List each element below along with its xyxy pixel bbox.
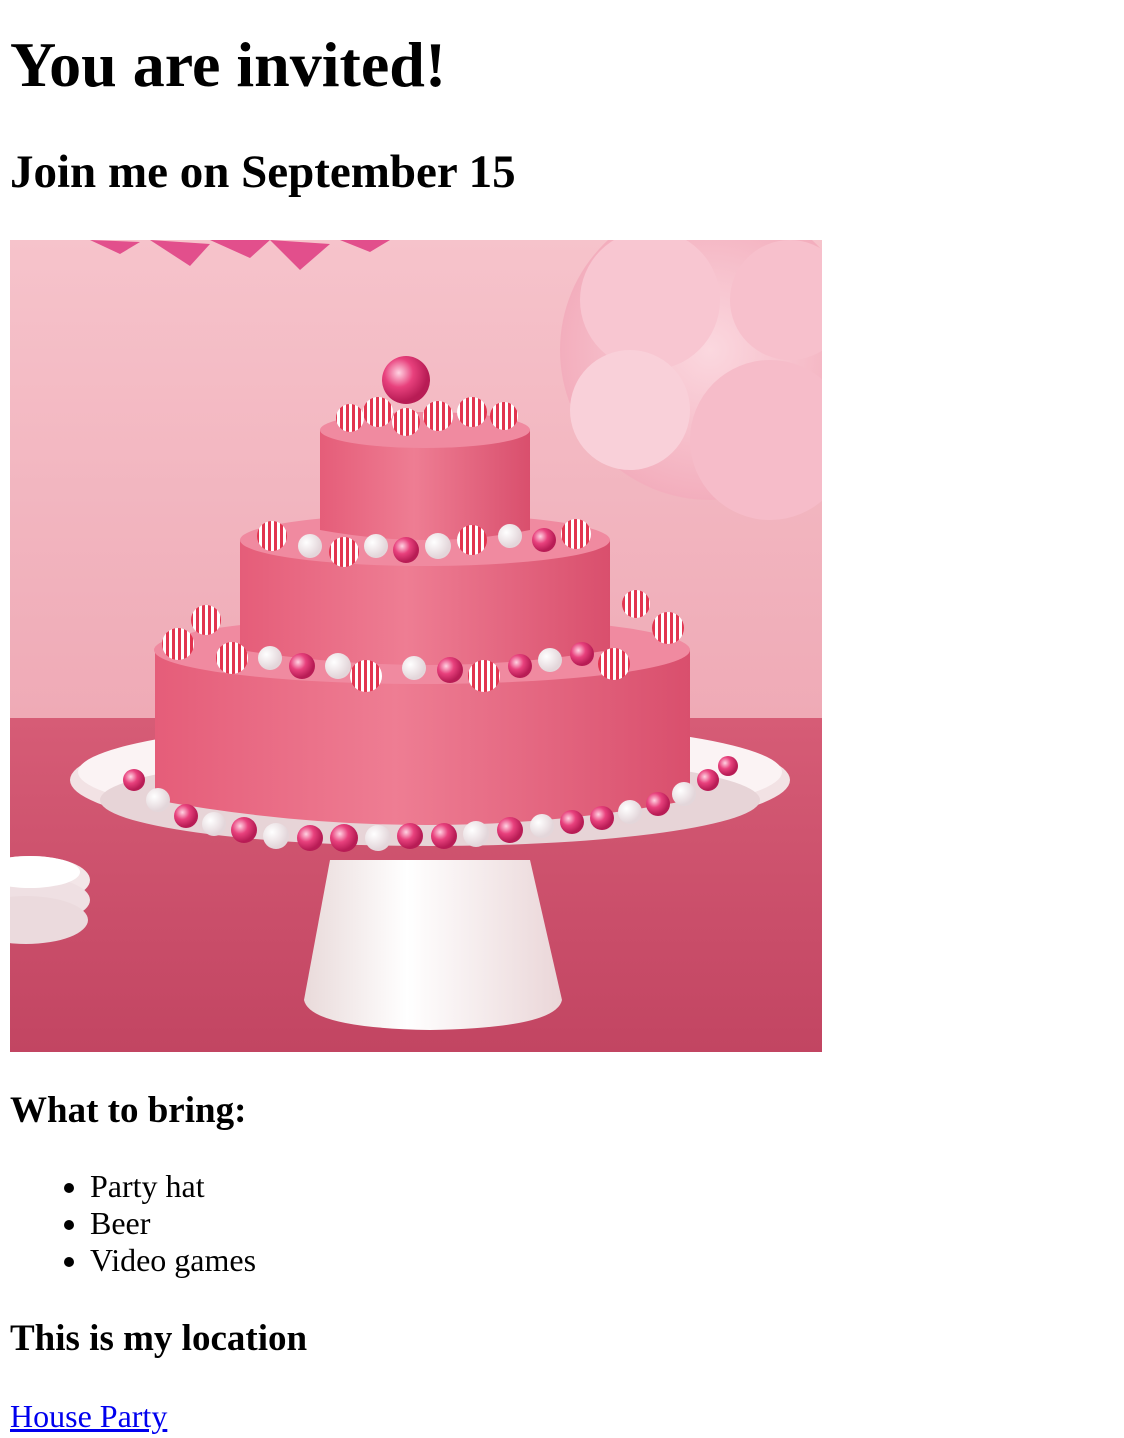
date-subtitle: Join me on September 15: [10, 146, 516, 198]
list-item: Party hat: [90, 1168, 256, 1205]
cake-image: [10, 240, 822, 1052]
location-heading: This is my location: [10, 1318, 308, 1359]
house-party-link[interactable]: House Party: [10, 1396, 167, 1436]
bring-list: Party hat Beer Video games: [10, 1168, 256, 1279]
what-to-bring-heading: What to bring:: [10, 1090, 247, 1131]
list-item: Video games: [90, 1242, 256, 1279]
list-item: Beer: [90, 1205, 256, 1242]
page-title: You are invited!: [10, 29, 447, 100]
